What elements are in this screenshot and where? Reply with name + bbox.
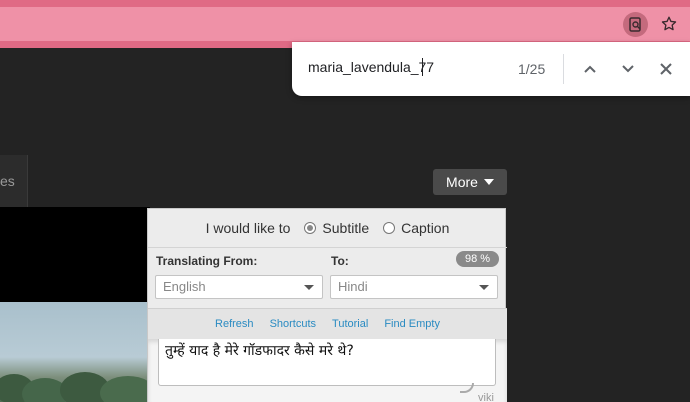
browser-tabstrip [0, 0, 690, 7]
more-button-label: More [446, 174, 478, 190]
source-language-value: English [163, 279, 206, 294]
tab-partial[interactable]: es [0, 155, 28, 207]
subtitle-editor-panel: I would like to Subtitle Caption Transla… [147, 208, 507, 402]
progress-badge: 98 % [456, 251, 499, 267]
address-bar[interactable] [0, 7, 690, 41]
divider [148, 247, 507, 248]
video-frame-top [0, 207, 150, 302]
subtitle-radio-label[interactable]: Subtitle [322, 220, 369, 236]
source-language-select[interactable]: English [155, 275, 323, 299]
mode-selector: I would like to Subtitle Caption [148, 209, 507, 247]
subtitle-textarea[interactable]: तुम्हें याद है मेरे गॉडफादर कैसे मरे थे? [158, 339, 496, 386]
subtitle-text: तुम्हें याद है मेरे गॉडफादर कैसे मरे थे? [165, 343, 354, 359]
caption-radio-label[interactable]: Caption [401, 220, 449, 236]
brand-logo: viki [478, 392, 494, 402]
more-button[interactable]: More [433, 169, 507, 195]
tutorial-link[interactable]: Tutorial [332, 318, 368, 330]
refresh-link[interactable]: Refresh [215, 318, 254, 330]
find-input[interactable] [308, 59, 508, 75]
star-icon[interactable] [656, 11, 682, 37]
close-icon[interactable] [654, 57, 678, 81]
mode-prompt: I would like to [205, 220, 291, 236]
dropdown-arrow-icon [304, 285, 314, 290]
find-divider [563, 54, 564, 84]
chevron-down-icon[interactable] [616, 57, 640, 81]
caret-down-icon [483, 179, 494, 185]
to-label: To: [331, 254, 349, 268]
from-label: Translating From: [156, 254, 258, 268]
find-empty-link[interactable]: Find Empty [384, 318, 440, 330]
dropdown-arrow-icon [479, 285, 489, 290]
video-frame [0, 302, 150, 402]
shortcuts-link[interactable]: Shortcuts [270, 318, 316, 330]
find-match-count: 1/25 [518, 61, 546, 77]
magnifier-page-icon[interactable] [623, 12, 648, 37]
text-cursor [422, 58, 423, 76]
tab-partial-label: es [0, 173, 15, 189]
target-language-select[interactable]: Hindi [330, 275, 498, 299]
chevron-up-icon[interactable] [578, 57, 602, 81]
action-links: Refresh Shortcuts Tutorial Find Empty [148, 309, 507, 339]
subtitle-radio[interactable] [304, 222, 317, 234]
caption-radio[interactable] [383, 222, 396, 234]
find-bar: 1/25 [292, 42, 690, 96]
target-language-value: Hindi [338, 279, 368, 294]
